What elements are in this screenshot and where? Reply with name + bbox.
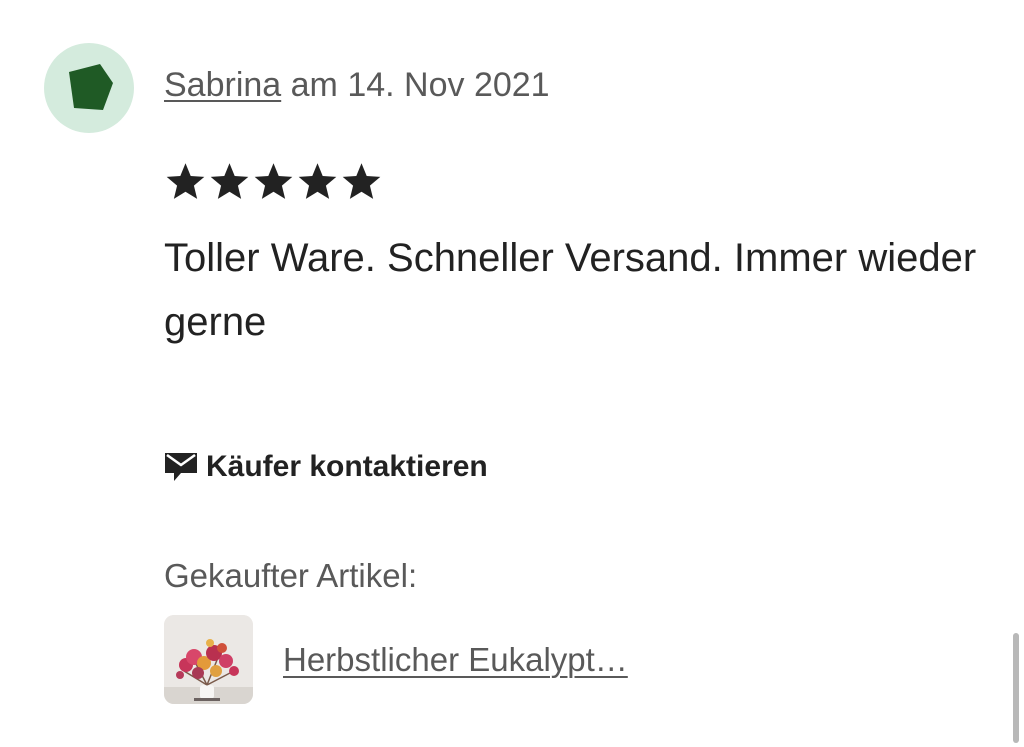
avatar-pentagon-icon: [69, 64, 113, 110]
star-icon: [210, 163, 249, 199]
product-thumbnail[interactable]: [164, 615, 253, 704]
star-icon: [298, 163, 337, 199]
contact-buyer-label: Käufer kontaktieren: [206, 450, 488, 483]
review-header: Sabrina am 14. Nov 2021: [164, 66, 550, 105]
star-rating: [164, 160, 383, 203]
review-text: Toller Ware. Schneller Versand. Immer wi…: [164, 236, 977, 344]
envelope-icon: [165, 453, 197, 481]
purchased-item: Herbstlicher Eukalypt…: [164, 615, 628, 704]
purchased-item-label: Gekaufter Artikel:: [164, 557, 418, 594]
scrollbar[interactable]: [1013, 633, 1019, 743]
review-date: am 14. Nov 2021: [281, 66, 550, 104]
contact-buyer-button[interactable]: Käufer kontaktieren: [164, 450, 488, 484]
avatar[interactable]: [44, 43, 134, 133]
purchased-item-link[interactable]: Herbstlicher Eukalypt…: [283, 641, 628, 679]
star-icon: [166, 163, 205, 199]
reviewer-name-link[interactable]: Sabrina: [164, 66, 281, 104]
star-icon: [254, 163, 293, 199]
star-icon: [342, 163, 381, 199]
